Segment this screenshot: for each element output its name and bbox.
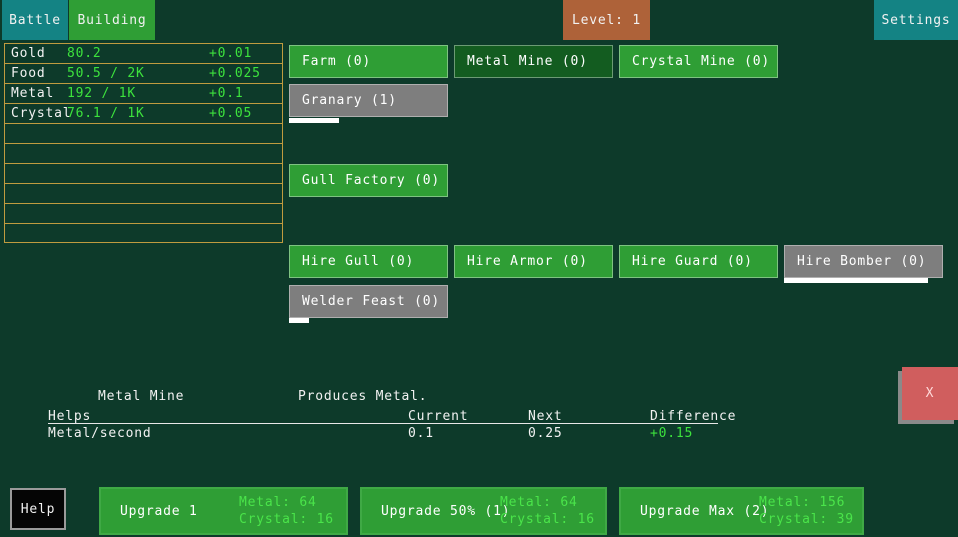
resource-row-gold: Gold 80.2 +0.01 [5, 44, 282, 64]
upgrade-1-button[interactable]: Upgrade 1 Metal: 64 Crystal: 16 [99, 487, 348, 535]
crystal-cost: Crystal: 16 [239, 512, 334, 527]
resource-value: 76.1 / 1K [67, 106, 145, 121]
tab-building[interactable]: Building [69, 0, 155, 40]
upgrade-max-button[interactable]: Upgrade Max (2) Metal: 156 Crystal: 39 [619, 487, 864, 535]
granary-button[interactable]: Granary (1) [289, 84, 448, 117]
hire-guard-button[interactable]: Hire Guard (0) [619, 245, 778, 278]
info-header-next: Next [528, 409, 563, 424]
granary-progress-bar [289, 118, 339, 123]
resource-value: 80.2 [67, 46, 102, 61]
resource-value: 50.5 / 2K [67, 66, 145, 81]
resource-row-metal: Metal 192 / 1K +0.1 [5, 84, 282, 104]
resource-row-empty [5, 144, 282, 164]
resource-name: Food [11, 66, 46, 81]
bomber-progress-bar [784, 278, 928, 283]
upgrade-label: Upgrade 50% (1) [381, 489, 510, 533]
resource-rate: +0.025 [209, 66, 261, 81]
info-title: Metal Mine [98, 389, 184, 404]
resource-rate: +0.05 [209, 106, 252, 121]
crystal-mine-button[interactable]: Crystal Mine (0) [619, 45, 778, 78]
upgrade-costs: Metal: 64 Crystal: 16 [500, 494, 595, 528]
resource-row-empty [5, 224, 282, 243]
upgrade-costs: Metal: 64 Crystal: 16 [239, 494, 334, 528]
upgrade-label: Upgrade 1 [120, 489, 198, 533]
upgrade-label: Upgrade Max (2) [640, 489, 769, 533]
welder-progress-bar [289, 318, 309, 323]
crystal-cost: Crystal: 39 [759, 512, 854, 527]
upgrade-50-button[interactable]: Upgrade 50% (1) Metal: 64 Crystal: 16 [360, 487, 607, 535]
info-header-underline [48, 423, 718, 424]
crystal-cost: Crystal: 16 [500, 512, 595, 527]
resource-row-empty [5, 184, 282, 204]
resource-name: Crystal [11, 106, 71, 121]
info-row-name: Metal/second [48, 426, 152, 441]
close-button[interactable]: X [902, 367, 958, 420]
welder-feast-button[interactable]: Welder Feast (0) [289, 285, 448, 318]
hire-armor-button[interactable]: Hire Armor (0) [454, 245, 613, 278]
info-row-difference: +0.15 [650, 426, 693, 441]
resource-row-empty [5, 124, 282, 144]
gull-factory-button[interactable]: Gull Factory (0) [289, 164, 448, 197]
resource-name: Metal [11, 86, 54, 101]
resource-table: Gold 80.2 +0.01 Food 50.5 / 2K +0.025 Me… [4, 43, 283, 243]
info-row-next: 0.25 [528, 426, 563, 441]
settings-button[interactable]: Settings [874, 0, 958, 40]
resource-row-empty [5, 164, 282, 184]
farm-button[interactable]: Farm (0) [289, 45, 448, 78]
upgrade-costs: Metal: 156 Crystal: 39 [759, 494, 854, 528]
metal-cost: Metal: 64 [500, 495, 578, 510]
info-header-helps: Helps [48, 409, 91, 424]
tab-battle[interactable]: Battle [2, 0, 68, 40]
resource-row-empty [5, 204, 282, 224]
resource-row-food: Food 50.5 / 2K +0.025 [5, 64, 282, 84]
resource-name: Gold [11, 46, 46, 61]
resource-row-crystal: Crystal 76.1 / 1K +0.05 [5, 104, 282, 124]
metal-cost: Metal: 64 [239, 495, 317, 510]
help-button[interactable]: Help [10, 488, 66, 530]
hire-bomber-button[interactable]: Hire Bomber (0) [784, 245, 943, 278]
resource-value: 192 / 1K [67, 86, 136, 101]
metal-cost: Metal: 156 [759, 495, 845, 510]
resource-rate: +0.1 [209, 86, 244, 101]
info-header-current: Current [408, 409, 468, 424]
info-row-current: 0.1 [408, 426, 434, 441]
level-indicator[interactable]: Level: 1 [563, 0, 650, 40]
info-header-difference: Difference [650, 409, 736, 424]
hire-gull-button[interactable]: Hire Gull (0) [289, 245, 448, 278]
resource-rate: +0.01 [209, 46, 252, 61]
metal-mine-button[interactable]: Metal Mine (0) [454, 45, 613, 78]
game-screen: Battle Building Level: 1 Settings Gold 8… [0, 0, 958, 537]
info-description: Produces Metal. [298, 389, 427, 404]
